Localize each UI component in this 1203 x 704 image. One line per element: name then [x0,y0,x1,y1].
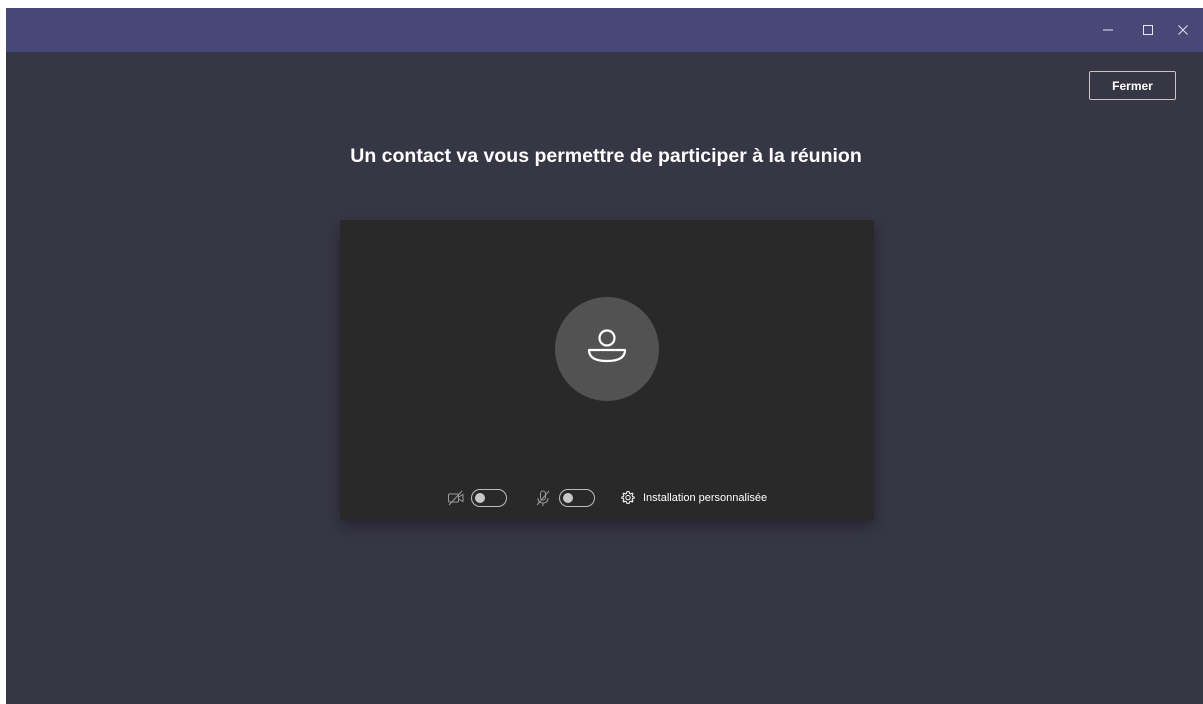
person-icon [583,323,631,376]
device-controls: Installation personnalisée [340,485,874,511]
maximize-icon [1142,24,1154,36]
microphone-off-icon [534,489,552,507]
custom-setup-button[interactable]: Installation personnalisée [620,487,767,509]
close-button[interactable]: Fermer [1089,71,1176,100]
camera-toggle[interactable] [471,489,507,507]
minimize-icon [1102,24,1114,36]
avatar [555,297,659,401]
close-window-button[interactable] [1163,8,1203,52]
maximize-button[interactable] [1128,8,1168,52]
page-heading: Un contact va vous permettre de particip… [350,145,862,167]
minimize-button[interactable] [1088,8,1128,52]
video-preview: Installation personnalisée [340,220,874,520]
camera-toggle-knob [475,492,485,503]
close-icon [1177,24,1189,36]
microphone-toggle[interactable] [559,489,595,507]
custom-setup-label: Installation personnalisée [643,492,768,504]
camera-off-icon [447,489,465,507]
meeting-window: Fermer Un contact va vous permettre de p… [6,8,1203,704]
title-bar [6,8,1203,52]
microphone-toggle-knob [563,492,573,503]
gear-icon [620,490,636,506]
